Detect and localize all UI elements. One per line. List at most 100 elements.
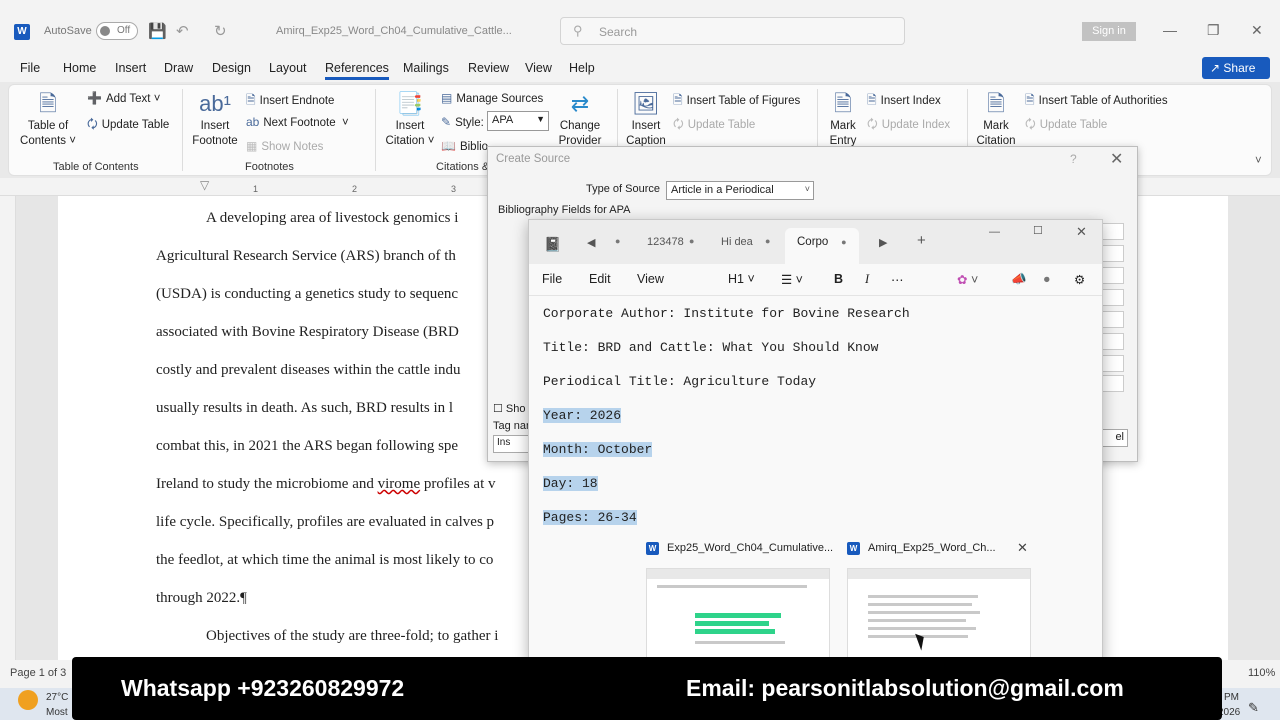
tab-scroll-left-icon[interactable]: ◀: [587, 236, 595, 249]
clock-time[interactable]: PM: [1224, 692, 1239, 703]
insert-endnote-button[interactable]: 🗎 Insert Endnote: [246, 91, 334, 112]
insert-table-of-authorities-button[interactable]: 🗎 Insert Table of Authorities: [1025, 91, 1168, 112]
collapse-ribbon-icon[interactable]: ˅: [1255, 155, 1262, 167]
tag-name-input[interactable]: Ins: [493, 435, 531, 453]
bib-field-input[interactable]: [1100, 311, 1124, 328]
close-icon[interactable]: ✕: [1076, 224, 1087, 240]
insert-footnote-button[interactable]: ab¹ Insert Footnote: [189, 91, 241, 149]
notepad-tab[interactable]: Hi dea: [721, 236, 753, 248]
restore-icon[interactable]: ❐: [1207, 22, 1220, 39]
update-table-authorities-button[interactable]: 🗘 Update Table: [1025, 115, 1107, 136]
insert-index-button[interactable]: 🗎 Insert Index: [867, 91, 941, 112]
bib-field-input[interactable]: [1100, 375, 1124, 392]
tab-references[interactable]: References: [325, 61, 389, 80]
doc-line[interactable]: through 2022.¶: [156, 590, 247, 607]
doc-line[interactable]: Ireland to study the microbiome and viro…: [156, 476, 496, 493]
mark-entry-button[interactable]: 🗎 Mark Entry: [823, 91, 863, 149]
tab-draw[interactable]: Draw: [164, 61, 193, 75]
tab-file[interactable]: File: [20, 61, 40, 75]
heading-dropdown[interactable]: H1 ˅: [728, 272, 755, 286]
account-icon[interactable]: ●: [1043, 272, 1051, 286]
bibliography-button[interactable]: 📖 Biblio: [441, 139, 488, 153]
bib-field-input[interactable]: [1100, 245, 1124, 262]
redo-icon[interactable]: ↻: [214, 22, 227, 40]
doc-line[interactable]: combat this, in 2021 the ARS began follo…: [156, 438, 458, 455]
pen-icon[interactable]: ✎: [1248, 700, 1259, 716]
table-of-contents-button[interactable]: 🗎 Table of Contents ˅: [19, 91, 77, 149]
bib-field-input[interactable]: [1100, 355, 1124, 372]
menu-view[interactable]: View: [637, 272, 664, 286]
doc-line[interactable]: costly and prevalent diseases within the…: [156, 362, 461, 379]
minimize-icon[interactable]: —: [1163, 22, 1177, 38]
window-thumbnail[interactable]: [646, 568, 830, 658]
settings-gear-icon[interactable]: ⚙: [1074, 272, 1085, 287]
mark-citation-button[interactable]: 🗎 Mark Citation: [973, 91, 1019, 149]
citation-style-select[interactable]: APA ▼: [487, 111, 549, 131]
tab-layout[interactable]: Layout: [269, 61, 307, 75]
close-icon[interactable]: ✕: [1017, 540, 1028, 556]
doc-line[interactable]: life cycle. Specifically, profiles are e…: [156, 514, 494, 531]
new-tab-icon[interactable]: +: [917, 232, 926, 249]
doc-line[interactable]: A developing area of livestock genomics …: [206, 210, 458, 227]
thumbnail-title[interactable]: Amirq_Exp25_Word_Ch...: [868, 542, 996, 554]
text-line[interactable]: Corporate Author: Institute for Bovine R…: [543, 306, 910, 321]
bib-field-input[interactable]: [1100, 223, 1124, 240]
text-line[interactable]: Title: BRD and Cattle: What You Should K…: [543, 340, 878, 355]
tab-view[interactable]: View: [525, 61, 552, 75]
tab-mailings[interactable]: Mailings: [403, 61, 449, 75]
text-line-selected[interactable]: Pages: 26-34: [543, 510, 637, 525]
change-provider-button[interactable]: ⇄ Change Provider: [555, 91, 605, 149]
tab-review[interactable]: Review: [468, 61, 509, 75]
autosave-toggle[interactable]: Off: [96, 22, 138, 40]
bib-field-input[interactable]: [1100, 267, 1124, 284]
window-thumbnail[interactable]: [847, 568, 1031, 658]
thumbnail-title[interactable]: Exp25_Word_Ch04_Cumulative...: [667, 542, 833, 554]
bold-icon[interactable]: B: [834, 272, 843, 286]
maximize-icon[interactable]: ☐: [1033, 224, 1043, 237]
bib-field-input[interactable]: [1100, 289, 1124, 306]
show-all-fields-checkbox[interactable]: ☐ Sho: [493, 402, 526, 415]
doc-line[interactable]: (USDA) is conducting a genetics study to…: [156, 286, 458, 303]
text-line[interactable]: Periodical Title: Agriculture Today: [543, 374, 816, 389]
tab-insert[interactable]: Insert: [115, 61, 146, 75]
help-icon[interactable]: ?: [1070, 152, 1077, 166]
type-of-source-select[interactable]: Article in a Periodical ˅: [666, 181, 814, 200]
document-title[interactable]: Amirq_Exp25_Word_Ch04_Cumulative_Cattle.…: [276, 25, 512, 37]
more-icon[interactable]: ⋯: [891, 272, 904, 287]
text-line-selected[interactable]: Year: 2026: [543, 408, 622, 423]
page-count[interactable]: Page 1 of 3: [10, 667, 66, 679]
doc-line[interactable]: usually results in death. As such, BRD r…: [156, 400, 453, 417]
notepad-tab[interactable]: 123478: [647, 236, 684, 248]
menu-file[interactable]: File: [542, 272, 562, 286]
search-box[interactable]: ⚲ Search: [560, 17, 905, 45]
close-icon[interactable]: ✕: [1110, 149, 1123, 169]
doc-line[interactable]: Objectives of the study are three-fold; …: [206, 628, 498, 645]
update-table-figures-button[interactable]: 🗘 Update Table: [673, 115, 755, 136]
copilot-icon[interactable]: ✿ ˅: [957, 272, 978, 287]
manage-sources-button[interactable]: ▤ Manage Sources: [441, 91, 543, 105]
megaphone-icon[interactable]: 📣: [1011, 272, 1027, 287]
doc-line[interactable]: Agricultural Research Service (ARS) bran…: [156, 248, 456, 265]
tab-scroll-right-icon[interactable]: ▶: [879, 236, 887, 249]
sign-in-button[interactable]: Sign in: [1082, 22, 1136, 41]
next-footnote-button[interactable]: ab Next Footnote ˅: [246, 115, 349, 129]
spelling-error[interactable]: virome: [378, 476, 421, 492]
doc-line[interactable]: the feedlot, at which time the animal is…: [156, 552, 493, 569]
notepad-tab-active[interactable]: Corpo ●: [785, 228, 859, 264]
tab-design[interactable]: Design: [212, 61, 251, 75]
menu-edit[interactable]: Edit: [589, 272, 611, 286]
close-icon[interactable]: ✕: [1251, 22, 1263, 39]
text-line-selected[interactable]: Month: October: [543, 442, 653, 457]
tab-help[interactable]: Help: [569, 61, 595, 75]
update-table-button[interactable]: 🗘 Update Table: [87, 115, 169, 136]
share-button[interactable]: ↗ Share: [1202, 57, 1270, 79]
doc-line[interactable]: associated with Bovine Respiratory Disea…: [156, 324, 459, 341]
undo-icon[interactable]: ↶: [176, 22, 189, 40]
insert-table-of-figures-button[interactable]: 🗎 Insert Table of Figures: [673, 91, 800, 112]
list-icon[interactable]: ☰ ˅: [781, 272, 803, 287]
update-index-button[interactable]: 🗘 Update Index: [867, 115, 950, 136]
insert-citation-button[interactable]: 📑 Insert Citation ˅: [385, 91, 435, 149]
tab-home[interactable]: Home: [63, 61, 96, 75]
insert-caption-button[interactable]: 🖼 Insert Caption: [623, 91, 669, 149]
minimize-icon[interactable]: —: [989, 226, 1000, 238]
